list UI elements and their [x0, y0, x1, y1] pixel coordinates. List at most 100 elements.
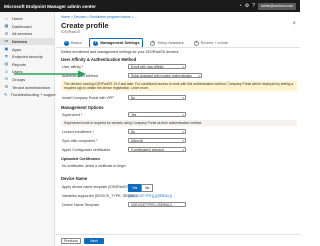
close-icon[interactable]: × [292, 21, 296, 27]
notifications-icon[interactable]: ◔ [239, 3, 242, 9]
info-text: Supervised mode is required for devices … [64, 121, 203, 125]
chevron-down-icon: ▾ [182, 95, 184, 100]
locked-enrollment-dropdown[interactable]: No ▾ [128, 129, 186, 135]
sidebar-item-label: Dashboard [12, 23, 32, 29]
step-number: 2 [93, 40, 99, 46]
dropdown-value: No [131, 129, 136, 134]
apply-template-label: Apply device name template (iOS/iPadOS 1… [62, 185, 138, 189]
previous-button[interactable]: Previous [61, 238, 81, 244]
next-button[interactable]: Next [84, 238, 104, 244]
shield-icon: ⛨ [4, 53, 9, 59]
page-subtitle: iOS/iPadOS [61, 30, 81, 34]
uploaded-certificates-heading: Uploaded Certificates [61, 157, 101, 161]
home-icon: ⌂ [5, 15, 8, 21]
apple-configurator-label: Apple Configurator certificates [62, 148, 111, 152]
grid-icon: ☰ [4, 30, 9, 36]
user-affinity-label: User affinity * [62, 65, 84, 69]
dropdown-value: Yes [131, 112, 137, 117]
tab-label: Setup Assistant [157, 41, 184, 45]
section-device-name: Device Name [61, 176, 88, 181]
sidebar-item-label: Tenant administration [12, 84, 51, 90]
variables-label: Variables supported (DEVICE_TYPE, SERIAL… [62, 194, 137, 198]
supervised-label: Supervised * [62, 113, 83, 117]
section-user-affinity: User Affinity & Authentication Method [61, 57, 137, 62]
dropdown-value: Allow All [131, 138, 143, 143]
toggle-no[interactable]: No [141, 184, 154, 192]
account-button[interactable]: admin@contoso.com [258, 2, 296, 10]
sidebar-item-reports[interactable]: ▤ Reports [0, 61, 54, 69]
install-company-portal-label: Install Company Portal with VPP [62, 96, 114, 100]
tab-review-create[interactable]: 4 Review + create [191, 39, 231, 47]
tab-setup-assistant[interactable]: 3 Setup Assistant [147, 39, 186, 47]
sidebar: ⌂ Home ▦ Dashboard ☰ All services ▭ Devices … [0, 12, 57, 246]
no-certificates-note: No certificates, select a certificate to… [62, 164, 126, 168]
sidebar-item-label: Reports [12, 61, 27, 67]
chevron-down-icon: ▾ [182, 138, 184, 143]
sync-computers-label: Sync with computers * [62, 139, 98, 143]
groups-icon: ☷ [4, 76, 9, 82]
dropdown-value: Enroll with User Affinity [131, 64, 164, 69]
step-check-icon: ✓ [64, 40, 69, 46]
page-title: Create profile [61, 21, 109, 30]
wrench-icon: ✎ [4, 91, 8, 97]
settings-icon[interactable]: ⚙ [245, 3, 249, 9]
supervised-dropdown[interactable]: Yes ▾ [128, 112, 186, 118]
input-value: {{DEVICETYPE}}-{{SERIAL}} [131, 202, 173, 207]
dropdown-value: Setup Assistant with modern authenticati… [131, 73, 192, 78]
locked-enrollment-label: Locked enrollment * [62, 130, 94, 134]
device-name-template-label: Device Name Template [62, 203, 100, 207]
sidebar-item-label: Endpoint security [12, 54, 43, 60]
tenant-icon: ⚙ [4, 84, 9, 90]
user-affinity-dropdown[interactable]: Enroll with User Affinity ▾ [128, 64, 186, 70]
apply-template-toggle[interactable]: Yes No [128, 184, 154, 192]
install-company-portal-dropdown[interactable]: No ▾ [128, 95, 186, 101]
top-bar: Microsoft Endpoint Manager admin center … [0, 0, 300, 12]
step-number: 3 [150, 40, 156, 46]
chevron-down-icon: ▾ [182, 64, 184, 69]
sidebar-item-troubleshooting[interactable]: ✎ Troubleshooting + support [0, 91, 57, 99]
sidebar-item-home[interactable]: ⌂ Home [0, 15, 54, 23]
sidebar-item-label: Troubleshooting + support [10, 92, 57, 98]
tab-basics[interactable]: ✓ Basics [61, 39, 85, 47]
sidebar-item-endpoint-security[interactable]: ⛨ Endpoint security [0, 53, 54, 61]
sidebar-item-label: Devices [12, 39, 28, 45]
chevron-down-icon: ▾ [182, 112, 184, 117]
annotation-arrow-icon [14, 70, 86, 78]
step-number: 4 [193, 40, 199, 46]
apps-icon: ▣ [4, 46, 9, 52]
footer-bar: Previous Next [56, 234, 300, 246]
auth-method-dropdown[interactable]: Setup Assistant with modern authenticati… [128, 73, 202, 79]
sidebar-item-label: Home [12, 16, 23, 22]
section-management-options: Management Options [61, 105, 104, 110]
info-banner: Supervised mode is required for devices … [61, 120, 297, 126]
sidebar-item-label: Apps [12, 46, 22, 52]
breadcrumb[interactable]: Home > Devices > Enrollment program toke… [61, 15, 137, 19]
top-bar-actions: ◔ ⚙ ? admin@contoso.com [239, 2, 296, 10]
device-name-template-input[interactable]: {{DEVICETYPE}}-{{SERIAL}} [128, 202, 186, 208]
warning-text: The devices running iOS/iPadOS 13.0 and … [64, 82, 294, 91]
intro-text: Define enrollment and management setting… [61, 50, 180, 54]
dropdown-value: 0 certificate(s) selected [131, 147, 164, 152]
apple-configurator-dropdown[interactable]: 0 certificate(s) selected ▾ [128, 147, 186, 153]
sidebar-item-dashboard[interactable]: ▦ Dashboard [0, 23, 54, 31]
chevron-down-icon: ▾ [182, 147, 184, 152]
sidebar-item-devices[interactable]: ▭ Devices [0, 37, 54, 46]
devices-icon: ▭ [4, 38, 9, 44]
tab-label: Management Settings [100, 41, 140, 45]
divider [56, 47, 300, 48]
chevron-down-icon: ▾ [182, 129, 184, 134]
app-title: Microsoft Endpoint Manager admin center [4, 3, 96, 9]
tab-label: Review + create [200, 41, 228, 45]
sidebar-item-apps[interactable]: ▣ Apps [0, 45, 54, 53]
sync-computers-dropdown[interactable]: Allow All ▾ [128, 138, 186, 144]
toggle-yes[interactable]: Yes [128, 184, 142, 192]
reports-icon: ▤ [4, 61, 9, 67]
chevron-down-icon: ▾ [198, 73, 200, 78]
dropdown-value: No [131, 95, 136, 100]
help-icon[interactable]: ? [252, 3, 255, 9]
dashboard-icon: ▦ [4, 23, 9, 29]
variables-value: {{DEVICETYPE}}-{{SERIAL}} [128, 194, 172, 198]
sidebar-item-all-services[interactable]: ☰ All services [0, 30, 54, 38]
sidebar-item-label: All services [12, 31, 33, 37]
sidebar-item-tenant-administration[interactable]: ⚙ Tenant administration [0, 83, 54, 91]
